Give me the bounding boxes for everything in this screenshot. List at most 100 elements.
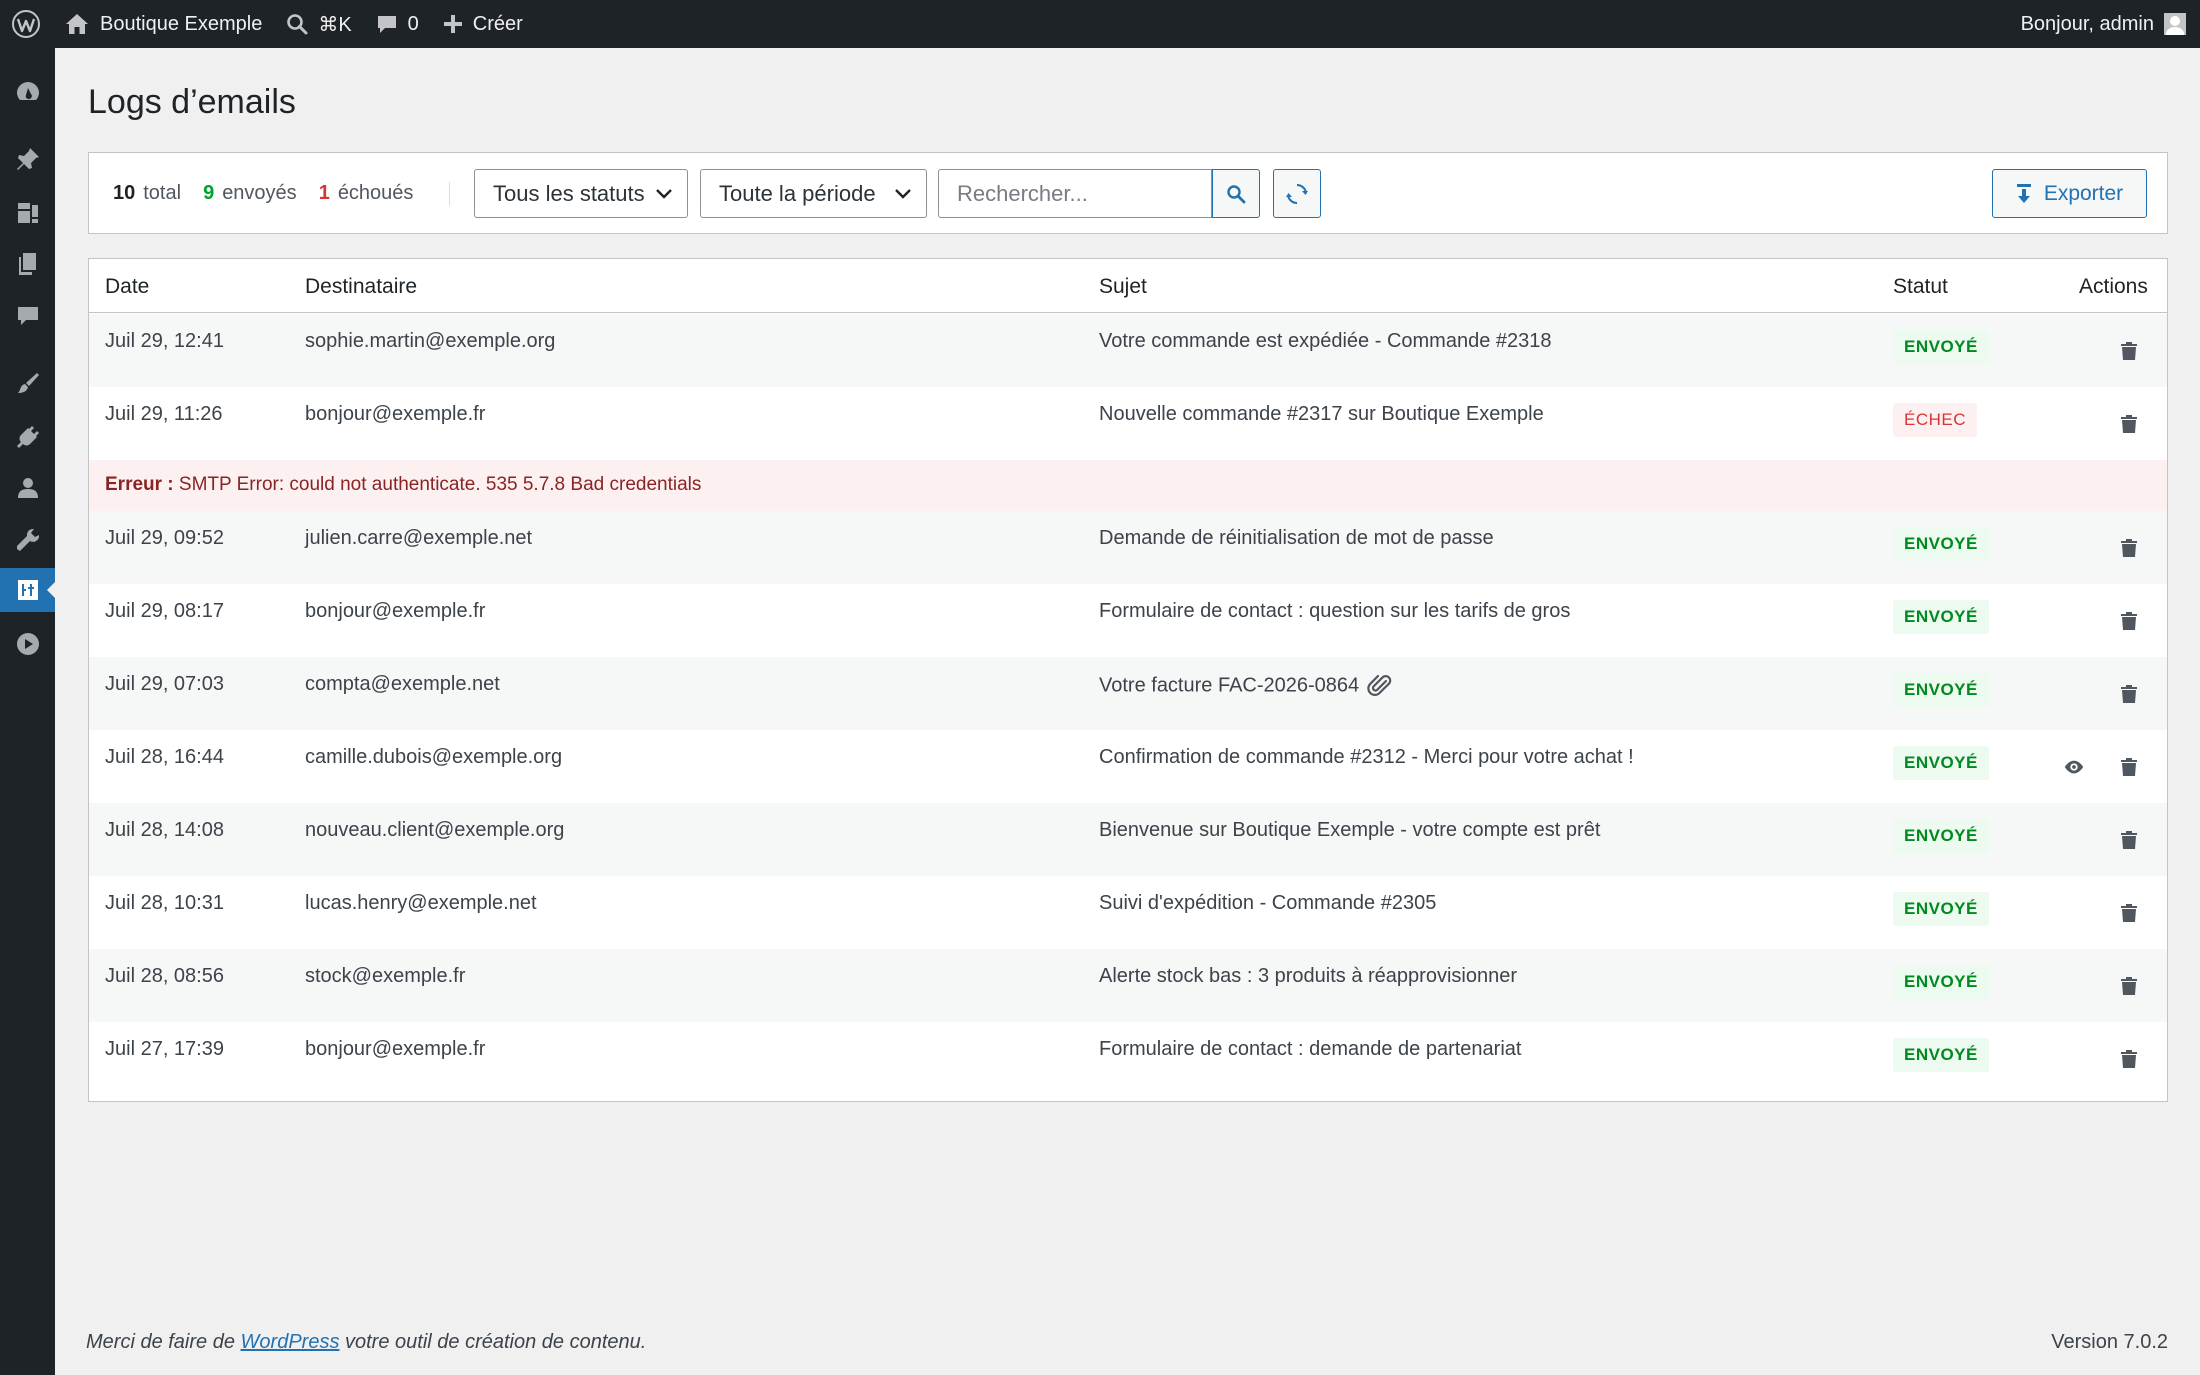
wordpress-link[interactable]: WordPress — [241, 1331, 340, 1353]
site-name: Boutique Exemple — [100, 12, 263, 35]
page-title: Logs d’emails — [88, 83, 296, 121]
posts-pin-icon[interactable] — [0, 137, 55, 181]
email-stats: 10 total 9 envoyés 1 échoués — [113, 153, 435, 233]
create-new-menu[interactable]: Créer — [431, 0, 535, 48]
error-text: SMTP Error: could not authenticate. 535 … — [178, 474, 702, 495]
delete-button[interactable] — [2118, 340, 2140, 362]
row-recipient: lucas.henry@exemple.net — [305, 892, 537, 914]
row-subject: Confirmation de commande #2312 - Merci p… — [1099, 746, 1634, 768]
table-row[interactable]: Juil 27, 17:39 bonjour@exemple.fr Formul… — [89, 1022, 2167, 1095]
row-subject: Formulaire de contact : question sur les… — [1099, 600, 1571, 622]
comments-icon[interactable] — [0, 294, 55, 338]
search-input[interactable]: Rechercher... — [938, 169, 1212, 218]
comments-count: 0 — [407, 12, 419, 35]
plugins-icon[interactable] — [0, 415, 55, 459]
row-recipient: bonjour@exemple.fr — [305, 600, 486, 622]
trash-icon — [2121, 415, 2137, 433]
period-filter-select[interactable]: Toute la période — [700, 169, 927, 218]
table-row[interactable]: Juil 28, 10:31 lucas.henry@exemple.net S… — [89, 876, 2167, 949]
row-recipient: camille.dubois@exemple.org — [305, 746, 563, 768]
delete-button[interactable] — [2118, 537, 2140, 559]
appearance-brush-icon[interactable] — [0, 362, 55, 406]
tools-wrench-icon[interactable] — [0, 518, 55, 562]
table-row[interactable]: Juil 29, 11:26 bonjour@exemple.fr Nouvel… — [89, 387, 2167, 460]
delete-button[interactable] — [2118, 1048, 2140, 1070]
avatar — [2164, 13, 2186, 35]
comment-icon — [377, 16, 396, 33]
download-icon — [2016, 183, 2031, 203]
status-badge: ENVOYÉ — [1893, 1038, 1989, 1072]
sent-count: 9 — [203, 181, 215, 204]
footer-version: Version 7.0.2 — [2051, 1331, 2168, 1353]
delete-button[interactable] — [2118, 902, 2140, 924]
refresh-button[interactable] — [1273, 169, 1321, 218]
settings-sliders-icon[interactable] — [0, 568, 55, 612]
pages-icon[interactable] — [0, 242, 55, 286]
row-date: Juil 28, 14:08 — [105, 819, 224, 841]
site-name-link[interactable]: Boutique Exemple — [52, 0, 274, 48]
delete-button[interactable] — [2118, 610, 2140, 632]
table-header: Date Destinataire Sujet Statut Actions — [89, 259, 2167, 313]
table-row[interactable]: Juil 28, 14:08 nouveau.client@exemple.or… — [89, 803, 2167, 876]
my-account-menu[interactable]: Bonjour, admin — [2009, 0, 2200, 48]
sent-label: envoyés — [222, 181, 297, 204]
delete-button[interactable] — [2118, 683, 2140, 705]
chevron-down-icon — [895, 188, 911, 199]
wordpress-logo-icon[interactable] — [0, 0, 52, 48]
column-subject[interactable]: Sujet — [1099, 275, 1147, 299]
status-badge: ENVOYÉ — [1893, 330, 1989, 364]
error-message: Erreur : SMTP Error: could not authentic… — [105, 474, 701, 496]
status-filter-select[interactable]: Tous les statuts — [474, 169, 688, 218]
paperclip-icon — [1367, 674, 1392, 696]
trash-icon — [2121, 342, 2137, 360]
delete-button[interactable] — [2118, 829, 2140, 851]
table-row[interactable]: Juil 28, 08:56 stock@exemple.fr Alerte s… — [89, 949, 2167, 1022]
delete-button[interactable] — [2118, 756, 2140, 778]
export-button[interactable]: Exporter — [1992, 169, 2147, 218]
shortcut-label: ⌘K — [318, 13, 352, 36]
column-recipient[interactable]: Destinataire — [305, 275, 417, 299]
media-icon[interactable] — [0, 191, 55, 235]
row-date: Juil 27, 17:39 — [105, 1038, 224, 1060]
row-subject: Votre commande est expédiée - Commande #… — [1099, 330, 1552, 352]
error-label: Erreur : — [105, 474, 174, 495]
row-date: Juil 28, 16:44 — [105, 746, 224, 768]
view-button[interactable] — [2063, 756, 2085, 778]
trash-icon — [2121, 612, 2137, 630]
row-subject: Demande de réinitialisation de mot de pa… — [1099, 527, 1494, 549]
table-row[interactable]: Juil 28, 16:44 camille.dubois@exemple.or… — [89, 730, 2167, 803]
row-subject: Alerte stock bas : 3 produits à réapprov… — [1099, 965, 1517, 987]
failed-count: 1 — [318, 181, 330, 204]
table-row[interactable]: Juil 29, 08:17 bonjour@exemple.fr Formul… — [89, 584, 2167, 657]
row-date: Juil 29, 12:41 — [105, 330, 224, 352]
create-label: Créer — [472, 12, 523, 35]
row-date: Juil 29, 08:17 — [105, 600, 224, 622]
stats-divider — [449, 182, 450, 206]
status-badge: ENVOYÉ — [1893, 527, 1989, 561]
media-play-icon[interactable] — [0, 622, 55, 666]
delete-button[interactable] — [2118, 413, 2140, 435]
footer-thanks-before: Merci de faire de — [86, 1331, 235, 1353]
row-subject: Nouvelle commande #2317 sur Boutique Exe… — [1099, 403, 1544, 425]
column-status[interactable]: Statut — [1893, 275, 1948, 299]
table-row[interactable]: Juil 29, 12:41 sophie.martin@exemple.org… — [89, 314, 2167, 387]
period-filter-value: Toute la période — [719, 180, 876, 206]
column-date[interactable]: Date — [105, 275, 149, 299]
table-row[interactable]: Juil 29, 07:03 compta@exemple.net Votre … — [89, 657, 2167, 730]
command-palette-button[interactable]: ⌘K — [274, 0, 363, 48]
users-icon[interactable] — [0, 466, 55, 510]
admin-side-menu — [0, 48, 55, 1375]
delete-button[interactable] — [2118, 975, 2140, 997]
refresh-icon — [1286, 183, 1308, 204]
row-date: Juil 28, 10:31 — [105, 892, 224, 914]
table-row[interactable]: Juil 29, 09:52 julien.carre@exemple.net … — [89, 511, 2167, 584]
row-subject: Suivi d'expédition - Commande #2305 — [1099, 892, 1437, 914]
row-recipient: bonjour@exemple.fr — [305, 403, 486, 425]
dashboard-icon[interactable] — [0, 70, 55, 114]
row-date: Juil 29, 11:26 — [105, 403, 223, 425]
search-placeholder: Rechercher... — [957, 180, 1088, 206]
search-button[interactable] — [1212, 169, 1260, 218]
comments-link[interactable]: 0 — [364, 0, 431, 48]
row-subject: Bienvenue sur Boutique Exemple - votre c… — [1099, 819, 1601, 841]
trash-icon — [2121, 977, 2137, 995]
